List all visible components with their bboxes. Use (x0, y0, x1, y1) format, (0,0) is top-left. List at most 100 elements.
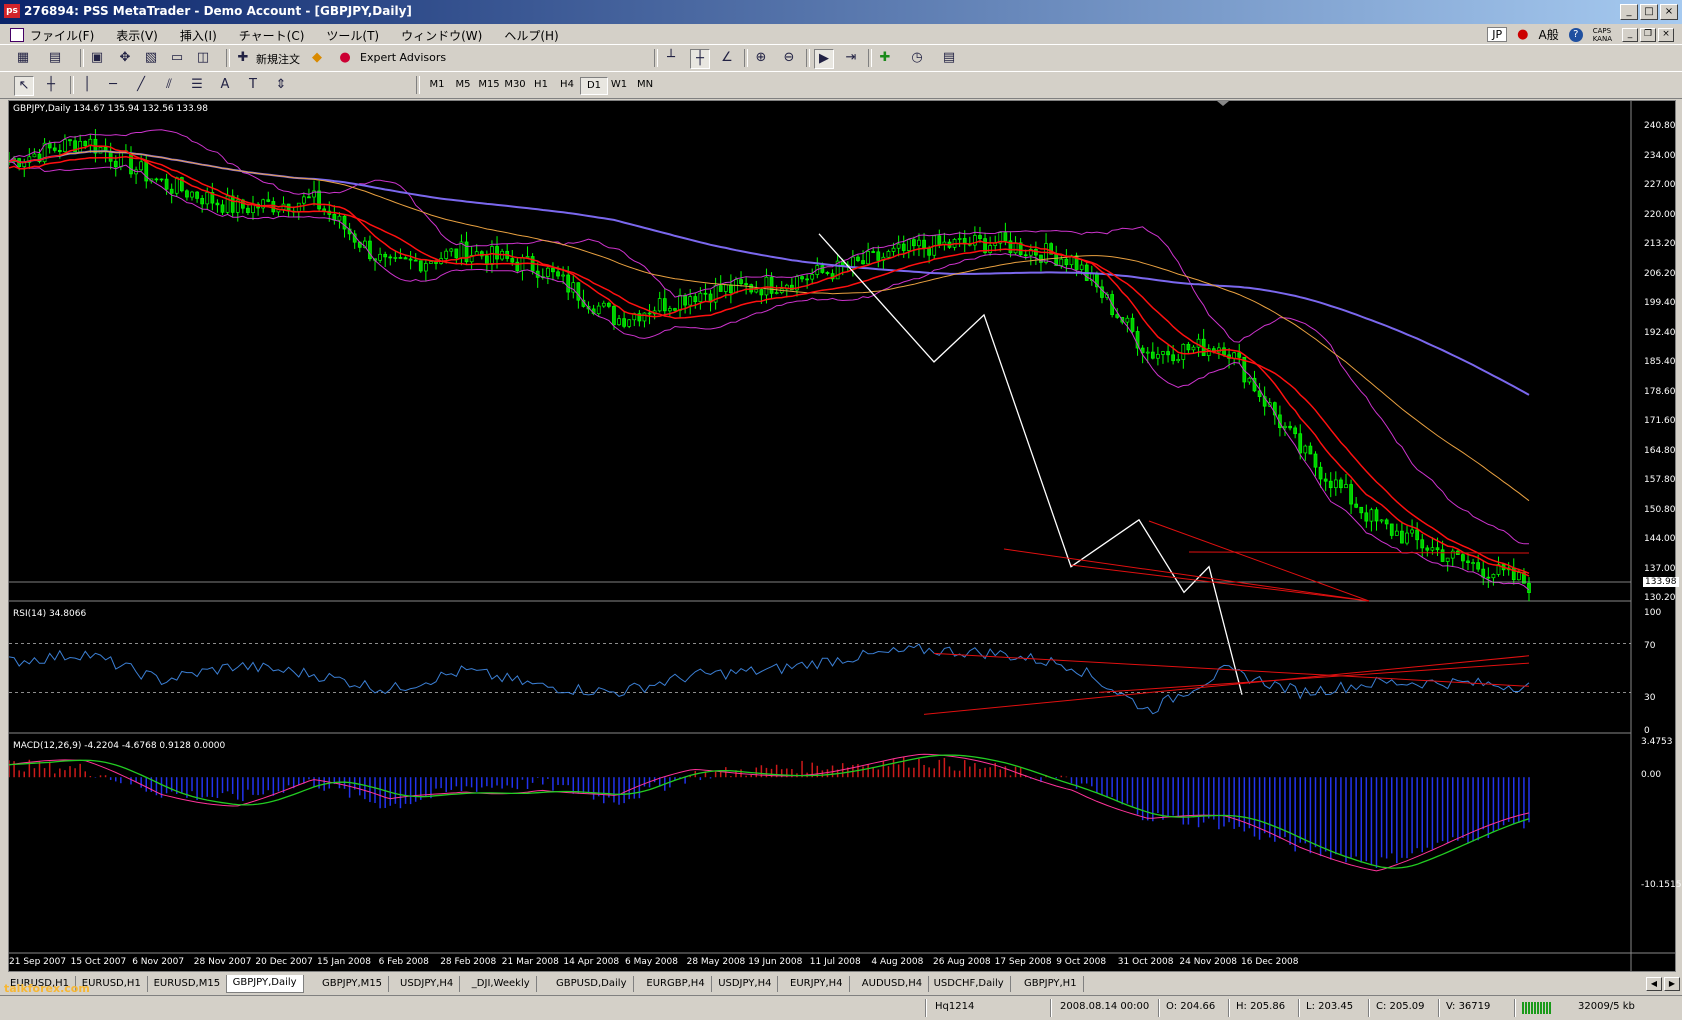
ime-icon[interactable]: ● (1517, 27, 1528, 42)
candle-body (662, 298, 667, 312)
arrows-icon[interactable]: ⇕ (272, 76, 290, 94)
timeframe-h1[interactable]: H1 (528, 77, 554, 93)
menu-item[interactable]: チャート(C) (239, 27, 305, 44)
vertical-line-icon[interactable]: │ (78, 76, 96, 94)
price-axis-label: 130.20 (1644, 593, 1676, 603)
price-axis-label: 164.80 (1644, 445, 1676, 456)
indicators-icon[interactable]: ✚ (876, 49, 894, 67)
new-order-icon[interactable]: ✚ (234, 49, 252, 67)
chart-tab[interactable]: USDCHF,Daily (928, 976, 1011, 992)
candle-body (195, 191, 199, 199)
chart-window[interactable]: GBPJPY,Daily 134.67 135.94 132.56 133.98… (8, 100, 1681, 972)
candle-body (678, 294, 682, 311)
timeframe-m5[interactable]: M5 (450, 77, 476, 93)
date-axis-label: 19 Jun 2008 (748, 957, 803, 967)
timeframe-mn[interactable]: MN (632, 77, 658, 93)
new-order-button[interactable]: 新規注文 (256, 51, 300, 67)
timeframe-h4[interactable]: H4 (554, 77, 580, 93)
candle-body (896, 243, 901, 249)
chart-tab[interactable]: _DJI,Weekly (466, 976, 537, 992)
data-window-icon[interactable]: ▧ (142, 49, 160, 67)
candle-body (561, 274, 565, 277)
bollinger-upper (9, 129, 1529, 545)
text-icon[interactable]: A (216, 76, 234, 94)
chart-canvas[interactable] (9, 101, 1675, 971)
tab-scroll-right-icon[interactable]: ▶ (1664, 977, 1680, 991)
tab-scroll-left-icon[interactable]: ◀ (1646, 977, 1662, 991)
timeframe-m1[interactable]: M1 (424, 77, 450, 93)
line-chart-icon[interactable]: ∠ (718, 49, 736, 67)
close-button[interactable]: × (1660, 4, 1678, 20)
candlestick-icon[interactable]: ┼ (690, 49, 710, 69)
expert-advisors-icon[interactable]: ● (336, 49, 354, 67)
price-axis-label: 144.00 (1644, 534, 1676, 544)
mdi-minimize-button[interactable]: _ (1622, 27, 1638, 42)
tester-icon[interactable]: ◫ (194, 49, 212, 67)
chart-tab[interactable]: AUDUSD,H4 (856, 976, 930, 992)
chart-window-icon[interactable] (10, 28, 24, 42)
language-indicator[interactable]: JP (1487, 27, 1508, 42)
channel-icon[interactable]: ⫽ (160, 76, 178, 94)
candle-body (52, 147, 57, 151)
horizontal-line-icon[interactable]: ─ (104, 76, 122, 94)
candle-body (1405, 532, 1409, 544)
periods-icon[interactable]: ◷ (908, 49, 926, 67)
date-axis-label: 28 Feb 2008 (440, 957, 497, 967)
menu-item[interactable]: 表示(V) (116, 27, 158, 44)
chart-tab[interactable]: USDJPY,H4 (712, 976, 779, 992)
autoscroll-icon[interactable]: ▶ (814, 49, 834, 69)
drawing-toolbar: ↖ ┼ │ ─ ╱ ⫽ ☰ A T ⇕ M1 M5 M15 M30 H1 H4 D1 W1 MN (0, 71, 1682, 99)
chart-shift-icon[interactable]: ⇥ (842, 49, 860, 67)
new-chart-icon[interactable]: ▦ (14, 49, 32, 67)
help-icon[interactable]: ? (1568, 27, 1583, 42)
profiles-icon[interactable]: ▤ (46, 49, 64, 67)
chart-tab[interactable]: GBPUSD,Daily (550, 976, 634, 992)
timeframe-m30[interactable]: M30 (502, 77, 528, 93)
chart-tab[interactable]: EURGBP,H4 (640, 976, 712, 992)
minimize-button[interactable]: _ (1620, 4, 1638, 20)
ime-mode-icon[interactable]: A般 (1539, 26, 1559, 43)
timeframe-d1[interactable]: D1 (580, 77, 608, 95)
status-open: O: 204.66 (1166, 1001, 1216, 1012)
mdi-restore-button[interactable]: ❐ (1640, 27, 1656, 42)
menu-item[interactable]: ツール(T) (326, 27, 379, 44)
maximize-button[interactable]: □ (1640, 4, 1658, 20)
candle-body (683, 294, 687, 306)
text-label-icon[interactable]: T (244, 76, 262, 94)
navigator-icon[interactable]: ✥ (116, 49, 134, 67)
crosshair-icon[interactable]: ┼ (42, 76, 60, 94)
chart-tab[interactable]: GBPJPY,M15 (316, 976, 390, 992)
trendline-icon[interactable]: ╱ (132, 76, 150, 94)
market-watch-icon[interactable]: ▣ (88, 49, 106, 67)
candle-body (744, 283, 748, 285)
metaeditor-icon[interactable]: ◆ (308, 49, 326, 67)
rsi-axis-label: 0 (1644, 726, 1650, 736)
menu-item[interactable]: ヘルプ(H) (504, 27, 558, 44)
timeframe-w1[interactable]: W1 (606, 77, 632, 93)
chart-tab[interactable]: GBPJPY,Daily (225, 975, 304, 993)
fibonacci-icon[interactable]: ☰ (188, 76, 206, 94)
bar-chart-icon[interactable]: ┴ (662, 49, 680, 67)
candle-body (1003, 232, 1008, 242)
candle-body (1420, 539, 1425, 549)
chart-tab[interactable]: EURUSD,M15 (148, 976, 228, 992)
menu-item[interactable]: 挿入(I) (180, 27, 217, 44)
chart-tab[interactable]: GBPJPY,H1 (1018, 976, 1084, 992)
date-axis-label: 6 May 2008 (625, 957, 678, 967)
terminal-icon[interactable]: ▭ (168, 49, 186, 67)
candle-body (1323, 478, 1328, 482)
candle-body (230, 195, 235, 213)
menu-item[interactable]: ウィンドウ(W) (401, 27, 482, 44)
date-axis-label: 28 Nov 2007 (193, 957, 252, 967)
chart-tab[interactable]: USDJPY,H4 (394, 976, 461, 992)
cursor-icon[interactable]: ↖ (14, 76, 34, 96)
candle-body (1023, 254, 1028, 257)
chart-tab[interactable]: EURJPY,H4 (784, 976, 850, 992)
templates-icon[interactable]: ▤ (940, 49, 958, 67)
timeframe-m15[interactable]: M15 (476, 77, 502, 93)
mdi-close-button[interactable]: × (1658, 27, 1674, 42)
menu-item[interactable]: ファイル(F) (30, 27, 94, 44)
expert-advisors-button[interactable]: Expert Advisors (360, 51, 446, 64)
zoom-out-icon[interactable]: ⊖ (780, 49, 798, 67)
zoom-in-icon[interactable]: ⊕ (752, 49, 770, 67)
